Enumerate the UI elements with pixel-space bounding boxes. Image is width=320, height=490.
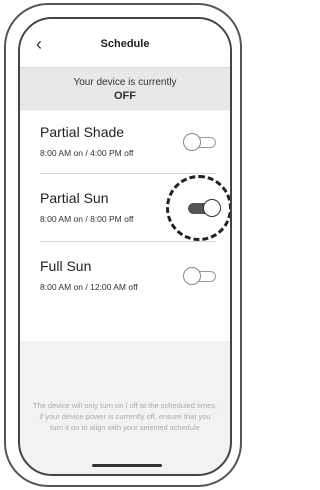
schedule-time: 8:00 AM on / 4:00 PM off: [40, 148, 134, 158]
app-screen: ‹ Schedule Your device is currently OFF …: [18, 17, 232, 476]
schedule-info-note: The device will only turn on / off at th…: [32, 401, 218, 432]
device-status-banner: Your device is currently OFF: [20, 68, 230, 110]
schedule-time: 8:00 AM on / 8:00 PM off: [40, 214, 134, 224]
top-bar: ‹ Schedule: [20, 19, 230, 68]
schedule-row-partial-shade[interactable]: Partial Shade 8:00 AM on / 4:00 PM off: [20, 111, 230, 175]
phone-frame: ‹ Schedule Your device is currently OFF …: [4, 3, 242, 487]
home-indicator: [92, 464, 162, 467]
schedule-toggle-partial-shade[interactable]: [183, 133, 216, 151]
toggle-knob: [183, 267, 201, 285]
page-title: Schedule: [100, 38, 150, 50]
toggle-knob: [183, 133, 201, 151]
status-value: OFF: [114, 90, 136, 102]
schedule-list: Partial Shade 8:00 AM on / 4:00 PM off P…: [20, 111, 230, 341]
highlight-circle: [166, 175, 230, 241]
schedule-toggle-full-sun[interactable]: [183, 267, 216, 285]
divider: [40, 241, 216, 242]
divider: [40, 173, 216, 174]
status-caption: Your device is currently: [73, 77, 177, 88]
schedule-time: 8:00 AM on / 12:00 AM off: [40, 282, 138, 292]
schedule-name: Full Sun: [40, 258, 92, 274]
schedule-name: Partial Shade: [40, 124, 125, 140]
schedule-row-partial-sun[interactable]: Partial Sun 8:00 AM on / 8:00 PM off: [20, 175, 230, 241]
schedule-name: Partial Sun: [40, 190, 109, 206]
schedule-row-full-sun[interactable]: Full Sun 8:00 AM on / 12:00 AM off: [20, 245, 230, 309]
